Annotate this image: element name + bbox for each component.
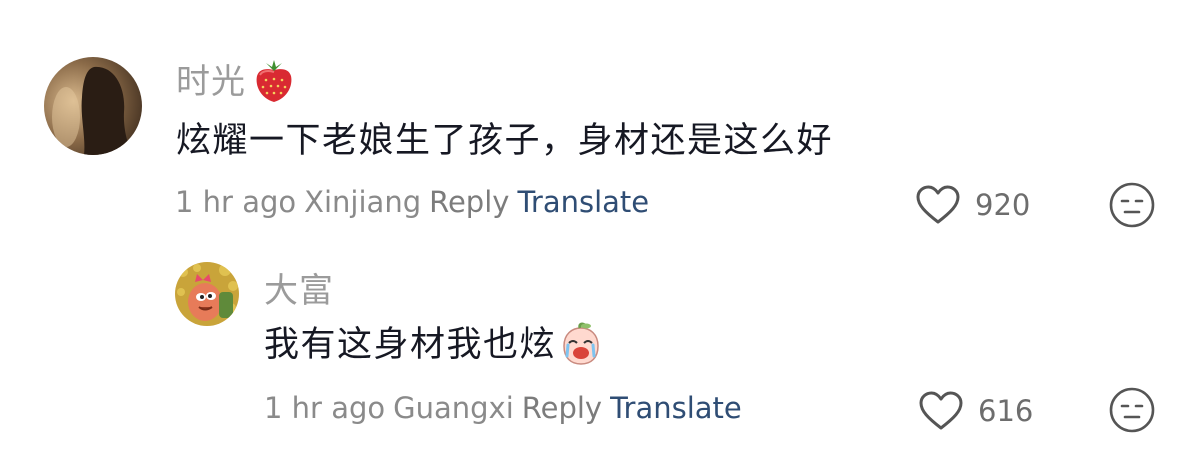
expressionless-face-icon[interactable]	[1108, 181, 1156, 229]
heart-outline-icon[interactable]	[918, 390, 964, 432]
reply-username[interactable]: 大富	[264, 267, 334, 315]
username-text[interactable]: 时光	[176, 58, 246, 106]
translate-button[interactable]: Translate	[610, 390, 742, 426]
comment-location: Xinjiang	[304, 185, 422, 219]
strawberry-emoji	[256, 60, 292, 102]
heart-outline-icon[interactable]	[915, 184, 961, 226]
reply-button[interactable]: Reply	[429, 184, 509, 220]
like-button[interactable]: 616	[918, 386, 1033, 436]
comment-text: 炫耀一下老娘生了孩子，身材还是这么好	[176, 121, 834, 161]
translate-button[interactable]: Translate	[517, 184, 649, 220]
like-count: 920	[975, 188, 1031, 222]
comment-time: 1 hr ago	[175, 185, 297, 219]
reply-location: Guangxi	[393, 391, 514, 425]
crying-peach-sticker	[563, 322, 599, 365]
reply-avatar[interactable]	[175, 262, 239, 326]
reply-meta: 1 hr ago Guangxi Reply Translate	[264, 390, 742, 426]
commenter-name[interactable]: 时光	[176, 58, 296, 106]
reaction-button[interactable]	[1108, 181, 1156, 229]
like-button[interactable]: 920	[915, 180, 1030, 230]
commenter-avatar[interactable]	[44, 57, 142, 155]
like-count: 616	[978, 394, 1034, 428]
reply-comment: 我有这身材我也炫	[264, 321, 604, 369]
reply-button[interactable]: Reply	[522, 390, 602, 426]
expressionless-face-icon[interactable]	[1108, 386, 1156, 434]
comment-meta: 1 hr ago Xinjiang Reply Translate	[175, 184, 649, 220]
reaction-button[interactable]	[1108, 386, 1156, 434]
reply-time: 1 hr ago	[264, 391, 386, 425]
reply-text: 我有这身材我也炫	[264, 325, 557, 365]
